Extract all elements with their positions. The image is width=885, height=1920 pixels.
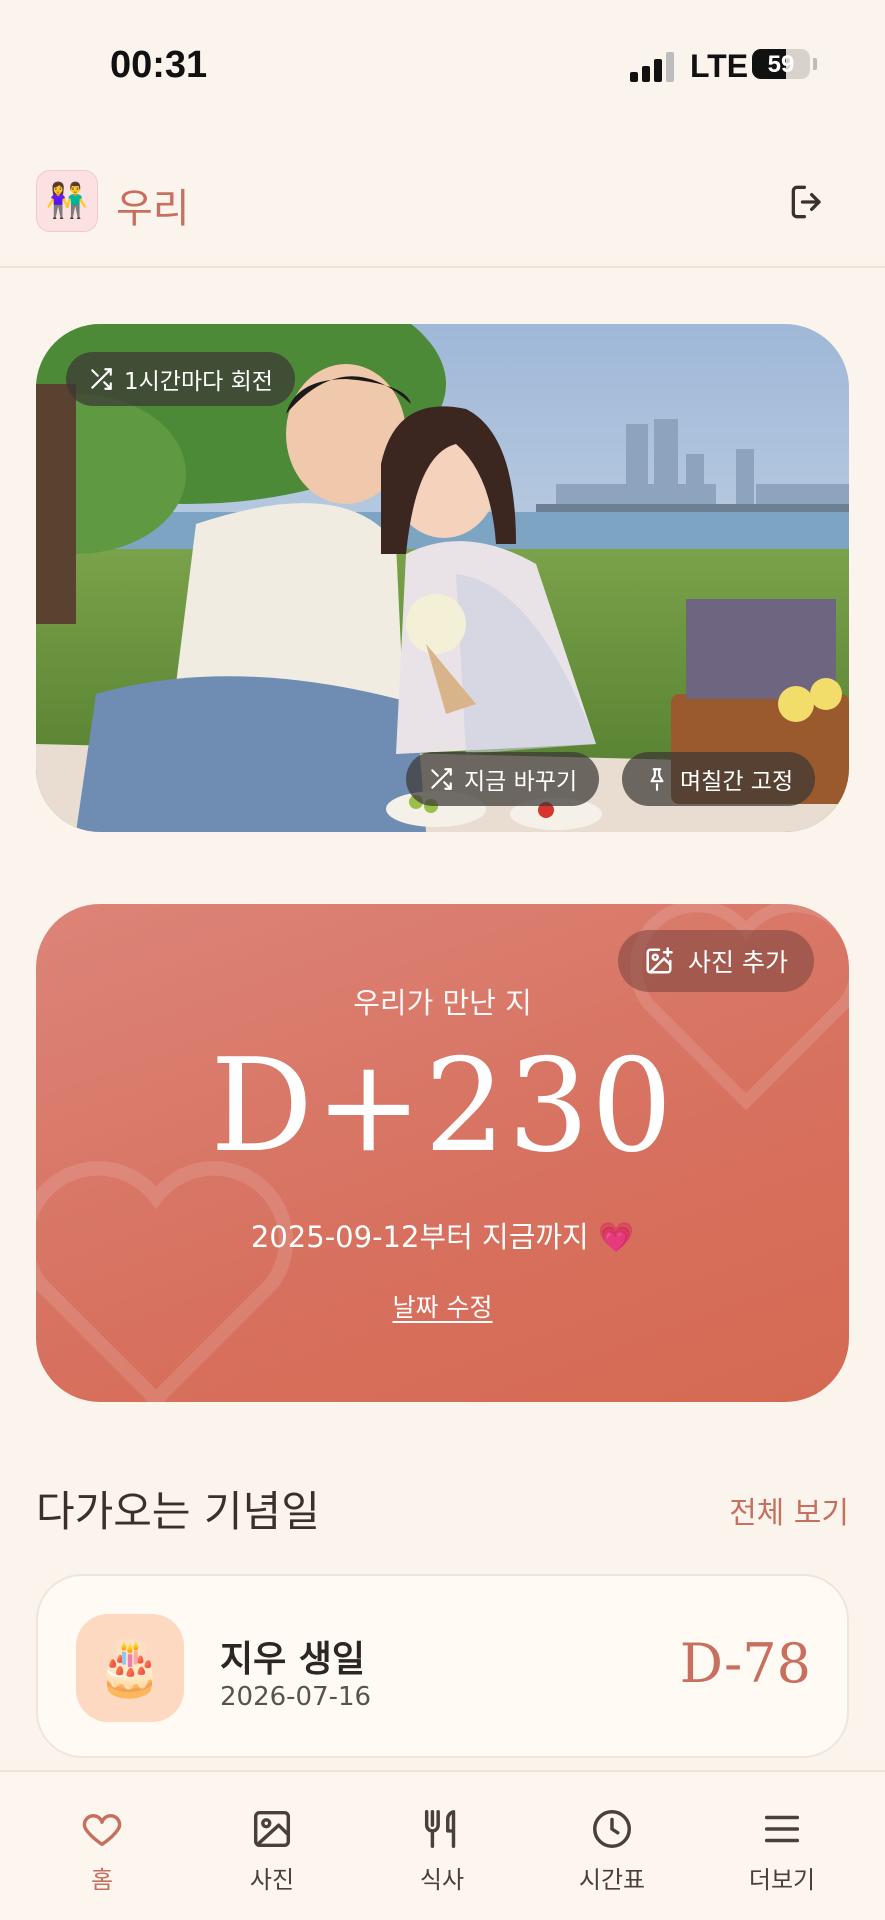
nav-schedule[interactable]: 시간표 — [552, 1806, 672, 1895]
anniversary-dday: D-78 — [679, 1632, 811, 1695]
pin-label: 며칠간 고정 — [680, 769, 794, 795]
couple-photo-card[interactable]: 1시간마다 회전 지금 바꾸기 며칠간 고정 — [36, 324, 849, 832]
status-bar: 00:31 LTE 59 — [0, 0, 885, 130]
edit-date-link[interactable]: 날짜 수정 — [36, 1288, 849, 1324]
change-now-label: 지금 바꾸기 — [464, 769, 578, 795]
dday-caption: 우리가 만난 지 — [353, 986, 532, 1020]
nav-home-label: 홈 — [90, 1866, 114, 1894]
anniversaries-title: 다가오는 기념일 — [36, 1487, 320, 1536]
pin-icon — [650, 768, 664, 791]
rotate-hourly-badge[interactable]: 1시간마다 회전 — [66, 352, 295, 406]
utensils-icon — [424, 1810, 456, 1848]
nav-meals[interactable]: 식사 — [382, 1806, 502, 1895]
heart-icon — [82, 1814, 122, 1847]
app-header: 👫 우리 — [0, 150, 885, 268]
heart-decoration-icon — [36, 1161, 294, 1402]
shuffle-icon — [431, 768, 452, 790]
anniversary-item[interactable]: 🎂 지우 생일 2026-07-16 D-78 — [36, 1574, 849, 1758]
dday-card: 사진 추가 우리가 만난 지 D+230 2025-09-12부터 지금까지 💗… — [36, 904, 849, 1402]
battery-icon: 59 — [752, 49, 810, 79]
bottom-nav: 홈 사진 식사 시간표 더보기 — [0, 1770, 885, 1920]
status-time: 00:31 — [110, 44, 208, 86]
anniversary-name: 지우 생일 — [220, 1639, 366, 1680]
dday-count: D+230 — [210, 1032, 675, 1181]
couple-emoji-icon: 👫 — [36, 170, 98, 232]
rotate-label: 1시간마다 회전 — [124, 369, 273, 395]
add-photo-label: 사진 추가 — [688, 948, 788, 977]
menu-icon — [764, 1815, 800, 1843]
nav-photos[interactable]: 사진 — [212, 1806, 332, 1895]
signal-icon — [630, 52, 674, 82]
app-title: 우리 — [116, 186, 190, 232]
cake-icon: 🎂 — [76, 1614, 184, 1722]
logout-icon[interactable] — [786, 180, 830, 224]
dday-since: 2025-09-12부터 지금까지 💗 — [250, 1220, 635, 1254]
nav-schedule-label: 시간표 — [578, 1866, 646, 1894]
nav-more[interactable]: 더보기 — [722, 1806, 842, 1895]
network-label: LTE — [690, 48, 749, 84]
change-now-button[interactable]: 지금 바꾸기 — [406, 752, 600, 806]
nav-photos-label: 사진 — [249, 1866, 295, 1894]
clock-icon — [593, 1810, 631, 1848]
home-screen: 00:31 LTE 59 👫 우리 1시간마다 회전 지금 바꾸기 며칠간 고정… — [0, 0, 885, 1920]
nav-meals-label: 식사 — [419, 1866, 465, 1894]
nav-home[interactable]: 홈 — [42, 1806, 162, 1895]
add-image-icon — [646, 947, 673, 974]
pin-days-button[interactable]: 며칠간 고정 — [622, 752, 816, 806]
nav-more-label: 더보기 — [748, 1866, 816, 1894]
image-icon — [253, 1810, 291, 1848]
anniversary-date: 2026-07-16 — [220, 1682, 372, 1712]
shuffle-icon — [91, 368, 112, 390]
battery-percent: 59 — [767, 51, 795, 78]
view-all-link[interactable]: 전체 보기 — [729, 1488, 849, 1532]
